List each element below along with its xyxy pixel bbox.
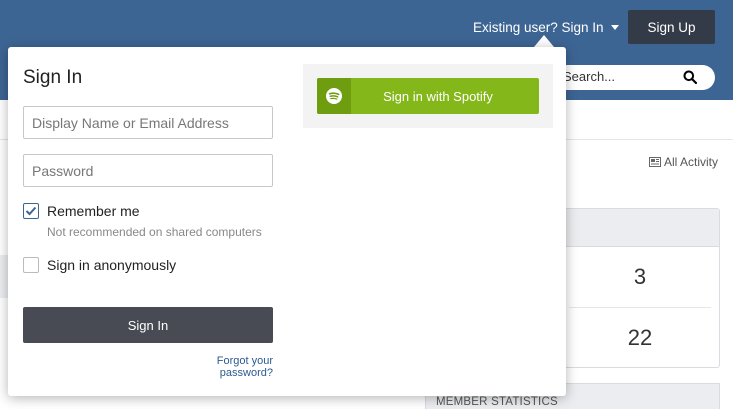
stat-value: 22 bbox=[569, 307, 711, 367]
all-activity-label: All Activity bbox=[664, 155, 719, 169]
spotify-signin-label: Sign in with Spotify bbox=[383, 88, 493, 104]
all-activity-link[interactable]: All Activity bbox=[649, 155, 718, 169]
sign-in-submit-button[interactable]: Sign In bbox=[23, 307, 273, 343]
spotify-signin-button[interactable]: Sign in with Spotify bbox=[317, 78, 539, 114]
password-input[interactable] bbox=[23, 154, 273, 187]
remember-me-note: Not recommended on shared computers bbox=[47, 225, 262, 239]
existing-user-signin-link[interactable]: Existing user? Sign In bbox=[473, 20, 619, 35]
existing-user-label: Existing user? Sign In bbox=[473, 20, 604, 35]
forgot-password-link[interactable]: Forgot your password? bbox=[161, 355, 273, 379]
anonymous-checkbox[interactable] bbox=[23, 257, 39, 273]
username-input[interactable] bbox=[23, 106, 273, 139]
checkmark-icon bbox=[25, 206, 37, 216]
search-bar bbox=[540, 65, 715, 90]
spotify-icon-box bbox=[317, 78, 351, 114]
remember-me-checkbox[interactable] bbox=[23, 203, 39, 219]
dropdown-arrow bbox=[534, 35, 554, 47]
stat-value: 3 bbox=[633, 264, 647, 289]
anonymous-label[interactable]: Sign in anonymously bbox=[47, 257, 176, 273]
member-statistics-label: MEMBER STATISTICS bbox=[436, 396, 558, 408]
social-signin-area: Sign in with Spotify bbox=[303, 64, 553, 128]
search-icon[interactable] bbox=[683, 70, 697, 84]
caret-down-icon bbox=[610, 25, 619, 30]
sign-up-button[interactable]: Sign Up bbox=[628, 10, 715, 44]
signin-title: Sign In bbox=[23, 67, 83, 88]
spotify-icon bbox=[326, 88, 342, 104]
signin-dropdown: Sign In Remember me Not recommended on s… bbox=[8, 47, 566, 396]
stats-header bbox=[561, 209, 719, 247]
newspaper-icon bbox=[649, 157, 661, 167]
remember-me-label[interactable]: Remember me bbox=[47, 203, 140, 219]
search-input[interactable] bbox=[563, 69, 683, 84]
stats-widget: 3 22 bbox=[560, 208, 720, 368]
